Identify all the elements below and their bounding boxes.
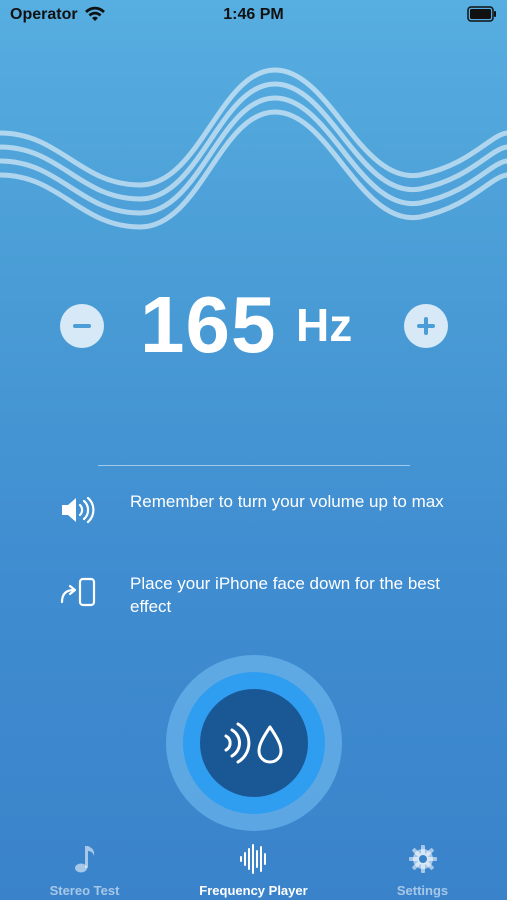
- tab-bar: Stereo Test Frequency Player Settings: [0, 840, 507, 900]
- waveform-icon: [240, 844, 266, 874]
- frequency-control: 165 Hz: [0, 280, 507, 370]
- speaker-volume-icon: [62, 496, 95, 524]
- play-button[interactable]: [166, 655, 342, 831]
- status-bar: Operator 1:46 PM: [0, 0, 507, 30]
- tip-face-down-text: Place your iPhone face down for the best…: [130, 574, 440, 616]
- divider: [98, 465, 410, 466]
- frequency-value: 165: [140, 280, 277, 369]
- decrease-frequency-button[interactable]: [60, 304, 104, 348]
- music-note-icon: [75, 846, 95, 873]
- play-button-ring: [183, 672, 325, 814]
- status-time: 1:46 PM: [223, 6, 284, 23]
- minus-icon: [73, 324, 91, 328]
- play-icons: [224, 722, 283, 764]
- tab-stereo-test-label: Stereo Test: [49, 883, 120, 898]
- play-button-core: [200, 689, 308, 797]
- frequency-unit: Hz: [296, 299, 353, 351]
- phone-face-down-icon: [60, 577, 96, 607]
- tab-frequency-player[interactable]: Frequency Player: [169, 840, 338, 900]
- tip-volume-text: Remember to turn your volume up to max: [130, 492, 444, 511]
- tab-frequency-player-label: Frequency Player: [199, 883, 308, 898]
- tab-settings[interactable]: Settings: [338, 840, 507, 900]
- tab-stereo-test[interactable]: Stereo Test: [0, 840, 169, 900]
- tab-settings-label: Settings: [396, 883, 449, 898]
- tip-face-down: Place your iPhone face down for the best…: [58, 572, 458, 622]
- tip-volume: Remember to turn your volume up to max: [58, 490, 458, 540]
- sound-waves-icon: [224, 722, 251, 764]
- wave-illustration: [0, 67, 507, 230]
- water-drop-icon: [257, 725, 283, 764]
- battery-icon: [467, 6, 496, 22]
- gear-icon: [409, 845, 437, 873]
- increase-frequency-button[interactable]: [404, 304, 448, 348]
